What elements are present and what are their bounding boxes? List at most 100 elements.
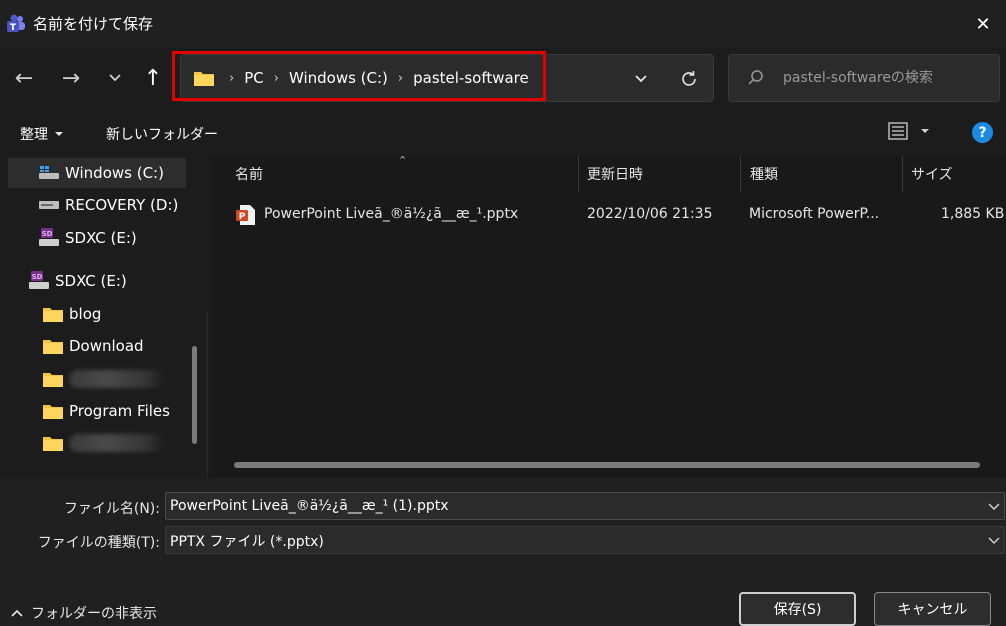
navigation-pane: Windows (C:) RECOVERY (D:) SD SDXC (E:) … [0, 156, 210, 478]
tree-item-program-files[interactable]: Program Files [42, 396, 170, 426]
refresh-button[interactable] [675, 65, 703, 93]
tree-item-label: Download [69, 337, 144, 355]
svg-text:SD: SD [32, 273, 43, 281]
tree-item-label: Windows (C:) [65, 164, 164, 182]
filetype-select[interactable]: PPTX ファイル (*.pptx) [165, 526, 1005, 554]
folder-icon [194, 72, 214, 86]
column-header-type[interactable]: 種類 [750, 156, 778, 192]
file-type: Microsoft PowerP... [749, 206, 880, 222]
back-button[interactable]: ← [9, 63, 39, 93]
refresh-icon [682, 71, 696, 86]
hide-folders-toggle[interactable]: フォルダーの非表示 [10, 603, 157, 623]
horizontal-scrollbar[interactable] [234, 462, 980, 468]
svg-text:T: T [10, 23, 17, 33]
save-button[interactable]: 保存(S) [739, 592, 856, 626]
arrow-right-icon: → [61, 65, 81, 91]
breadcrumb-pc[interactable]: PC [244, 69, 264, 87]
chevron-down-icon [988, 503, 1000, 511]
address-bar[interactable]: › PC › Windows (C:) › pastel-software [180, 54, 714, 102]
cancel-button[interactable]: キャンセル [874, 592, 991, 626]
filename-input[interactable] [170, 496, 970, 516]
close-icon: ✕ [975, 13, 991, 35]
address-dropdown-button[interactable] [627, 65, 655, 93]
navigation-pane-scrollbar[interactable] [192, 346, 197, 444]
save-form: ファイル名(N): ファイルの種類(T): PPTX ファイル (*.pptx)… [0, 478, 1006, 626]
view-options-button[interactable] [888, 122, 930, 140]
up-button[interactable]: ↑ [138, 63, 168, 93]
filename-label: ファイル名(N): [63, 501, 160, 517]
breadcrumb-windows-c[interactable]: Windows (C:) [289, 69, 388, 87]
caret-down-icon [55, 132, 63, 136]
column-separator[interactable] [578, 156, 579, 192]
arrow-up-icon: ↑ [143, 65, 163, 91]
breadcrumb-separator: › [397, 70, 404, 86]
filename-dropdown-button[interactable] [986, 499, 1002, 515]
hide-folders-label: フォルダーの非表示 [31, 606, 157, 622]
tree-item-windows-c[interactable]: Windows (C:) [8, 158, 186, 188]
file-size: 1,885 KB [941, 206, 1005, 222]
column-separator[interactable] [740, 156, 741, 192]
folder-icon [42, 337, 64, 355]
organize-label: 整理 [20, 127, 48, 143]
search-box[interactable] [728, 54, 1000, 102]
filetype-label: ファイルの種類(T): [37, 535, 160, 551]
tree-item-label: SDXC (E:) [55, 272, 127, 290]
breadcrumb-pastel-software[interactable]: pastel-software [413, 69, 529, 87]
tree-item-label: Program Files [69, 402, 170, 420]
caret-down-icon [921, 129, 929, 133]
new-folder-button[interactable]: 新しいフォルダー [106, 124, 218, 144]
tree-item-download[interactable]: Download [42, 331, 144, 361]
drive-icon [38, 196, 60, 214]
tree-item-sdxc-e-root[interactable]: SD SDXC (E:) [28, 266, 127, 296]
title-bar: T 名前を付けて保存 ✕ [0, 0, 1006, 48]
search-icon [748, 70, 763, 85]
table-row[interactable]: P PowerPoint Liveã_®ä½¿ã__æ_¹.pptx 2022/… [228, 200, 1006, 230]
tree-item-sdxc-e[interactable]: SD SDXC (E:) [38, 223, 137, 253]
breadcrumb: › PC › Windows (C:) › pastel-software [193, 55, 529, 101]
pptx-file-icon: P [236, 204, 256, 230]
details-view-icon [888, 122, 908, 140]
file-modified: 2022/10/06 21:35 [587, 206, 713, 222]
file-name: PowerPoint Liveã_®ä½¿ã__æ_¹.pptx [264, 206, 519, 222]
tree-item-redacted-folder[interactable] [42, 364, 165, 394]
tree-item-label: RECOVERY (D:) [65, 196, 179, 214]
pane-divider[interactable] [207, 312, 208, 478]
organize-button[interactable]: 整理 [20, 124, 64, 144]
teams-app-icon: T [6, 14, 26, 34]
breadcrumb-separator: › [273, 70, 279, 86]
chevron-up-icon [11, 609, 23, 617]
tree-item-label: blog [69, 305, 102, 323]
filename-field[interactable] [165, 492, 1005, 520]
column-header-modified[interactable]: 更新日時 [587, 156, 643, 192]
folder-icon [42, 370, 64, 388]
chevron-down-icon [988, 537, 1000, 545]
drive-windows-icon [38, 164, 60, 182]
recent-locations-button[interactable] [100, 63, 130, 93]
column-header-size[interactable]: サイズ [911, 156, 953, 192]
arrow-left-icon: ← [14, 65, 34, 91]
breadcrumb-separator: › [229, 70, 235, 86]
window-title: 名前を付けて保存 [33, 15, 154, 33]
filetype-dropdown-button[interactable] [986, 533, 1002, 549]
column-header-name[interactable]: 名前 [235, 156, 263, 192]
filetype-value: PPTX ファイル (*.pptx) [170, 534, 324, 550]
search-input[interactable] [783, 67, 993, 89]
redacted-label [69, 370, 165, 388]
tree-item-redacted-folder[interactable] [42, 428, 165, 458]
redacted-label [69, 434, 165, 452]
folder-icon [42, 434, 64, 452]
folder-icon [42, 305, 64, 323]
folder-icon [42, 402, 64, 420]
navigation-bar: ← → ↑ › PC › Windows (C:) › pastel-softw… [0, 48, 1006, 110]
chevron-down-icon [109, 74, 121, 82]
close-button[interactable]: ✕ [960, 0, 1006, 48]
tree-item-recovery-d[interactable]: RECOVERY (D:) [38, 190, 178, 220]
help-button[interactable]: ? [972, 122, 993, 143]
chevron-down-icon [635, 75, 647, 83]
forward-button[interactable]: → [56, 63, 86, 93]
tree-item-label: SDXC (E:) [65, 229, 137, 247]
svg-text:P: P [239, 212, 246, 222]
sd-card-icon: SD [38, 228, 60, 247]
column-separator[interactable] [902, 156, 903, 192]
tree-item-blog[interactable]: blog [42, 299, 101, 329]
